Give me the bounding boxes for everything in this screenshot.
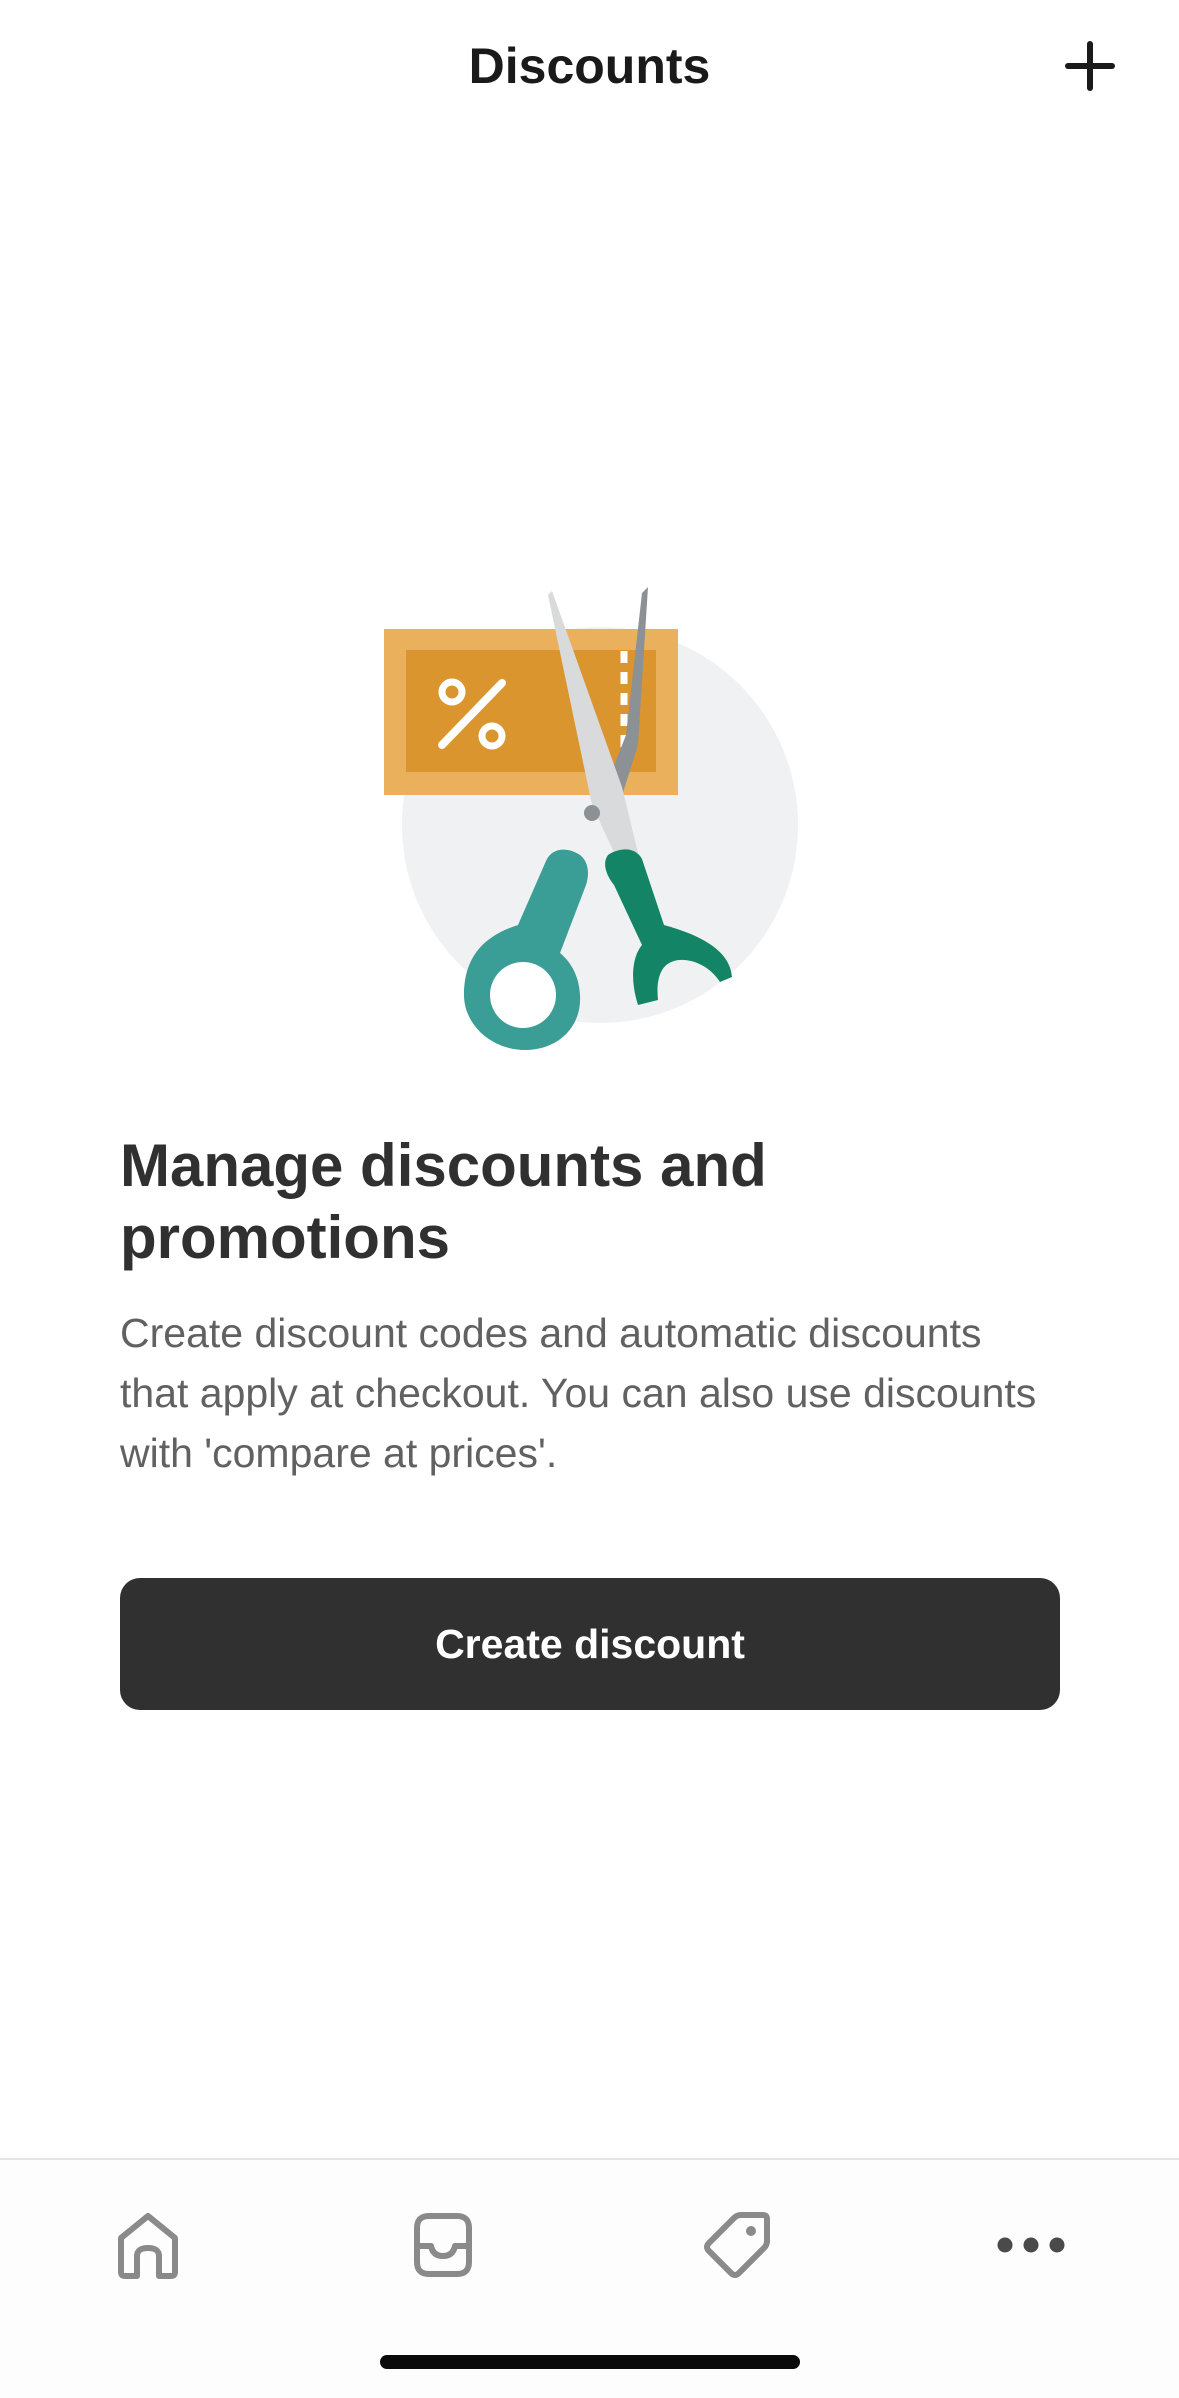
tab-home[interactable] — [93, 2200, 203, 2290]
plus-icon — [1065, 41, 1115, 91]
page-title: Discounts — [468, 38, 711, 94]
tag-icon — [704, 2212, 770, 2278]
tab-orders[interactable] — [388, 2200, 498, 2290]
tab-more[interactable] — [976, 2200, 1086, 2290]
create-discount-label: Create discount — [435, 1620, 745, 1667]
empty-state-title: Manage discounts and promotions — [120, 1132, 767, 1271]
top-nav-bar: Discounts — [0, 0, 1179, 135]
home-icon — [118, 2213, 178, 2279]
discount-illustration — [380, 585, 810, 1055]
create-discount-button[interactable]: Create discount — [120, 1578, 1060, 1710]
empty-state-description: Create discount codes and automatic disc… — [120, 1310, 1037, 1476]
home-indicator — [380, 2355, 800, 2369]
add-discount-button[interactable] — [1050, 30, 1130, 102]
scissors-cutting-coupon-icon — [384, 587, 798, 1050]
tab-products[interactable] — [682, 2200, 792, 2290]
more-dots-icon — [997, 2237, 1065, 2253]
inbox-icon — [414, 2213, 472, 2277]
